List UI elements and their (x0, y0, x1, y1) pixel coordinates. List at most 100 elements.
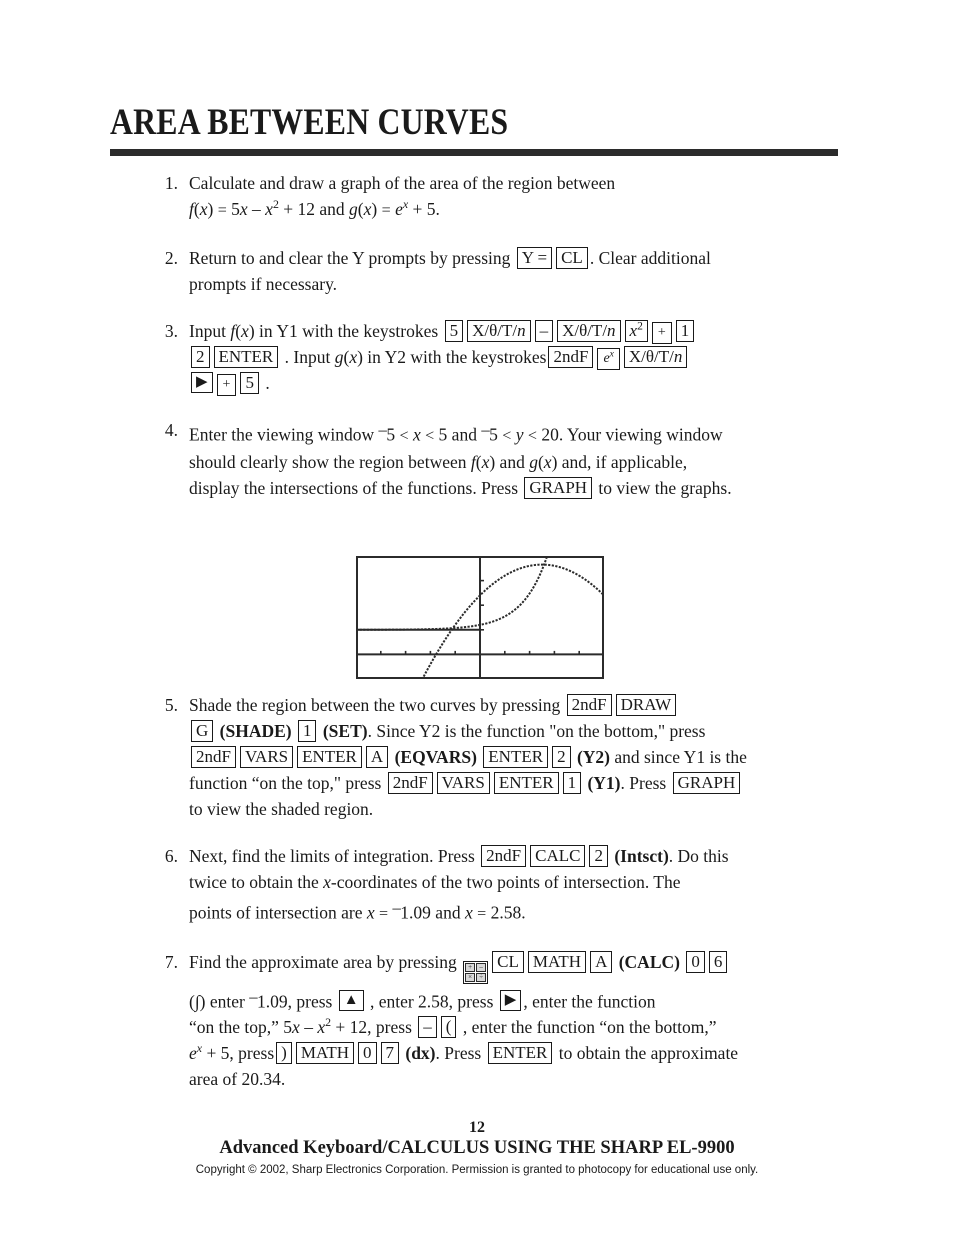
body-text: . Input (280, 347, 335, 367)
graph-plot (356, 556, 604, 679)
menu-grid-cell-3: ÷ (476, 972, 487, 982)
body-text: , enter the function (523, 991, 656, 1012)
step-item: 4. Enter the viewing window –5 < x < 5 an… (110, 417, 850, 501)
body-text: 5 (386, 424, 400, 445)
key-a: A (590, 950, 613, 973)
step-body: Enter the viewing window –5 < x < 5 and … (189, 417, 850, 501)
body-text: should clearly show the region between (189, 452, 471, 473)
step-body: Find the approximate area by pressing + –… (189, 949, 850, 1092)
math-operator: = (477, 905, 487, 923)
step-body: Input f(x) in Y1 with the keystrokes 5 X/… (189, 318, 850, 396)
step-item: 7. Find the approximate area by pressing … (110, 949, 850, 1092)
step-line: ex + 5, press) MATH 0 7 (dx). Press ENTER t… (189, 1040, 850, 1066)
step-line: Find the approximate area by pressing + –… (189, 949, 850, 984)
step-line: points of intersection are x = –1.09 and… (189, 895, 850, 927)
step-line: prompts if necessary. (189, 271, 850, 297)
key-5: 5 (240, 372, 259, 394)
key-1: 1 (562, 772, 582, 795)
page: AREA BETWEEN CURVES 1. Calculate and draw… (0, 0, 954, 1235)
body-text: . Press (620, 773, 671, 794)
step-line: display the intersections of the functio… (189, 475, 850, 501)
key-annotation: (SHADE) (215, 721, 296, 742)
key-e-to-x: ex (597, 348, 620, 370)
step-line: Next, find the limits of integration. Pr… (189, 843, 850, 869)
math-variable: g (349, 199, 358, 219)
body-text: + 12, press (331, 1017, 417, 1038)
step-line: G (SHADE) 1 (SET). Since Y2 is the funct… (189, 718, 850, 744)
key-x-theta-t-n: X/θ/T/n (467, 320, 531, 342)
body-text: display the intersections of the functio… (189, 478, 523, 499)
body-text: ) and (489, 452, 530, 473)
body-text: 5 (489, 424, 503, 445)
body-text: – (247, 199, 266, 219)
body-text: to view the shaded region. (189, 799, 374, 820)
step-number: 4. (164, 420, 178, 440)
body-text: ) in Y2 with the keystrokes (357, 347, 547, 367)
step-line: “on the top,” 5x – x2 + 12, press –( , e… (189, 1014, 850, 1040)
copyright-notice: Copyright © 2002, Sharp Electronics Corp… (195, 1164, 759, 1176)
math-variable: x (366, 902, 375, 923)
math-variable: x (412, 424, 421, 445)
title-block: AREA BETWEEN CURVES (110, 104, 840, 141)
key-annotation: (CALC) (614, 951, 685, 972)
body-text: . Since Y2 is the function "on the botto… (367, 721, 706, 742)
step-line: Return to and clear the Y prompts by pre… (189, 245, 850, 271)
body-text: Calculate and draw a graph of the area o… (189, 173, 616, 193)
key-a: A (365, 746, 389, 769)
step-line: 2 ENTER . Input g(x) in Y2 with the keyst… (189, 344, 850, 370)
step-item: 5. Shade the region between the two curve… (110, 692, 850, 822)
body-text: Find the approximate area by pressing (189, 951, 462, 972)
key-math: MATH (527, 950, 587, 973)
body-text: ) in Y1 with the keystrokes (248, 321, 443, 341)
body-text: . Press (435, 1043, 486, 1064)
triangle-right-icon: ▶ (504, 992, 517, 1009)
key-x-squared: x2 (624, 320, 648, 342)
key-enter: ENTER (213, 346, 279, 368)
step-item: 6. Next, find the limits of integration. … (110, 843, 850, 927)
graph-curve-f (421, 563, 604, 679)
math-variable: x (292, 1017, 300, 1038)
body-text: – (299, 1017, 318, 1038)
body-text: ) (371, 199, 382, 219)
key-2ndf: 2ndF (387, 772, 433, 795)
step-number: 2. (164, 248, 178, 268)
step-line: should clearly show the region between f… (189, 449, 850, 475)
step-item: 3. Input f(x) in Y1 with the keystrokes 5… (110, 318, 850, 396)
math-variable: x (241, 321, 249, 341)
math-operator: < (502, 427, 512, 445)
step-number: 7. (164, 951, 178, 972)
key-annotation: (Y1) (583, 773, 621, 794)
body-text: Shade the region between the two curves … (189, 695, 565, 716)
key-2: 2 (191, 346, 210, 368)
step-line: area of 20.34. (189, 1066, 850, 1092)
key-enter: ENTER (297, 746, 362, 769)
key-enter: ENTER (483, 746, 549, 769)
math-variable: x (464, 902, 473, 923)
key-right-arrow-icon: ▶ (499, 990, 522, 1012)
math-operator: < (425, 427, 435, 445)
step-line: function “on the top," press 2ndF VARS ENT… (189, 770, 850, 796)
step-body: Shade the region between the two curves … (189, 692, 850, 822)
math-operator: < (399, 427, 409, 445)
body-text: + 5. (408, 199, 440, 219)
key-enter: ENTER (493, 772, 559, 795)
key-: ) (276, 1042, 292, 1065)
key-graph: GRAPH (524, 477, 593, 500)
body-text: ) and, if applicable, (551, 452, 688, 473)
step-number: 1. (164, 173, 178, 193)
step-line: Calculate and draw a graph of the area o… (189, 170, 850, 196)
math-variable: x (323, 872, 331, 893)
key-: – (418, 1016, 437, 1039)
key-y: Y = (516, 247, 553, 269)
key-2ndf: 2ndF (481, 845, 527, 868)
step-line: Enter the viewing window –5 < x < 5 and … (189, 417, 850, 449)
key-x-theta-t-n: X/θ/T/n (623, 346, 688, 368)
key-annotation: (EQVARS) (390, 747, 482, 768)
key-cl: CL (556, 247, 588, 269)
body-text: , enter the function “on the bottom,” (458, 1017, 717, 1038)
key-: – (534, 320, 554, 342)
calculator-graph (356, 556, 604, 679)
key-graph: GRAPH (672, 772, 741, 795)
page-title: AREA BETWEEN CURVES (110, 102, 509, 143)
math-operator: < (527, 427, 537, 445)
